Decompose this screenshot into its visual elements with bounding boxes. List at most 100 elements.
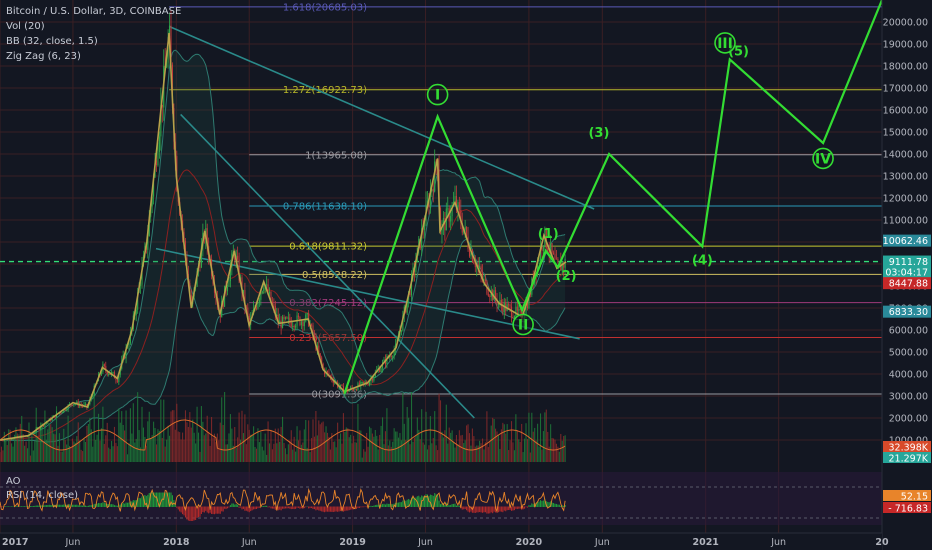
volume-bar xyxy=(457,444,459,462)
volume-bar xyxy=(224,392,226,462)
volume-bar xyxy=(403,423,405,462)
volume-bar xyxy=(447,443,449,462)
volume-bar xyxy=(161,437,163,462)
ao-bar xyxy=(438,500,440,507)
ao-bar xyxy=(231,503,233,507)
volume-bar xyxy=(168,435,171,462)
volume-bar xyxy=(441,431,443,462)
ao-bar xyxy=(290,506,292,510)
ao-bar xyxy=(240,506,242,508)
ao-bar xyxy=(396,502,398,507)
volume-bar xyxy=(470,445,472,462)
ao-bar xyxy=(297,506,300,508)
ao-bar xyxy=(461,506,463,510)
price-tick-label: 12000.00 xyxy=(883,194,928,205)
candle-body xyxy=(103,364,105,367)
volume-bar xyxy=(389,440,391,462)
ao-bar xyxy=(399,502,401,507)
volume-bar xyxy=(61,451,63,462)
ao-bar xyxy=(338,506,340,512)
volume-bar xyxy=(122,425,124,462)
ao-bar xyxy=(270,506,272,509)
ao-bar xyxy=(305,506,307,508)
volume-bar xyxy=(44,410,46,462)
ao-bar xyxy=(38,505,40,507)
volume-bar xyxy=(215,442,217,462)
time-axis[interactable]: 2017 Jun 2018 Jun 2019 Jun 2020 Jun 2021 Jun 20 xyxy=(0,532,889,550)
ao-bar xyxy=(480,506,482,513)
candle-body xyxy=(509,304,511,307)
wave-label: IV xyxy=(815,151,831,167)
ao-bar xyxy=(254,506,256,510)
price-chart[interactable]: 1.618(20685.03) 1.272(16922.73) 1(13965.08… xyxy=(0,0,932,550)
candle-body xyxy=(380,368,382,372)
ao-bar xyxy=(138,497,140,507)
volume-indicator-label[interactable]: Vol (20) xyxy=(6,19,181,34)
volume-bar xyxy=(176,403,178,462)
ao-bar xyxy=(48,504,50,507)
volume-bar xyxy=(332,441,334,462)
volume-bar xyxy=(518,439,520,462)
candle-body xyxy=(363,381,365,384)
time-tick-label: 2020 xyxy=(516,537,543,548)
ao-bar xyxy=(309,506,311,509)
ao-bar xyxy=(268,506,271,508)
volume-bar xyxy=(509,440,511,462)
volume-bar xyxy=(97,413,100,462)
candle-body xyxy=(499,299,501,303)
volume-bar xyxy=(260,431,262,462)
ao-bar xyxy=(32,505,34,507)
volume-bar xyxy=(171,410,173,462)
volume-bar xyxy=(208,431,210,462)
volume-bar xyxy=(467,424,469,462)
volume-bar xyxy=(174,429,176,462)
candle-body xyxy=(283,316,285,320)
volume-bar xyxy=(84,441,87,462)
ao-bar xyxy=(24,506,26,507)
candle-body xyxy=(473,261,475,264)
ao-bar xyxy=(221,506,223,512)
candle-body xyxy=(311,324,313,326)
ao-bar xyxy=(555,503,557,507)
ao-bar xyxy=(499,506,501,512)
ao-bar xyxy=(255,506,258,510)
volume-bar xyxy=(213,433,216,462)
candle-body xyxy=(487,293,489,296)
volume-bar xyxy=(245,444,247,462)
volume-bar xyxy=(258,442,260,462)
zigzag-indicator-label[interactable]: Zig Zag (6, 23) xyxy=(6,49,181,64)
volume-bar xyxy=(67,415,69,462)
volume-bar xyxy=(366,432,368,462)
price-tick-label: 18000.00 xyxy=(883,62,928,73)
symbol-title[interactable]: Bitcoin / U.S. Dollar, 3D, COINBASE xyxy=(6,4,181,19)
ao-bar xyxy=(44,505,46,507)
candle-body xyxy=(273,303,275,306)
volume-bar xyxy=(70,447,72,462)
candle-body xyxy=(228,281,230,287)
volume-bar xyxy=(18,434,20,462)
volume-bar xyxy=(438,393,440,462)
ao-bar xyxy=(458,506,460,507)
volume-bar xyxy=(305,420,307,462)
candle-body xyxy=(255,308,258,310)
ao-bar xyxy=(171,495,173,507)
ao-bar xyxy=(524,506,526,509)
candle-body xyxy=(551,243,553,253)
volume-bar xyxy=(297,440,300,462)
volume-bar xyxy=(487,446,489,462)
ao-indicator-label[interactable]: AO xyxy=(6,475,78,489)
volume-bar xyxy=(93,392,95,462)
ao-bar xyxy=(60,504,62,507)
chart-background xyxy=(0,0,932,550)
ao-bar xyxy=(451,503,453,507)
ao-bar xyxy=(386,503,388,507)
volume-bar xyxy=(505,433,507,462)
ao-bar xyxy=(490,506,492,513)
volume-bar xyxy=(63,428,65,462)
bollinger-indicator-label[interactable]: BB (32, close, 1.5) xyxy=(6,34,181,49)
ao-bar xyxy=(486,506,488,514)
volume-bar xyxy=(412,441,414,462)
rsi-indicator-label[interactable]: RSI (14, close) xyxy=(6,489,78,503)
ao-bar xyxy=(99,503,101,507)
price-axis[interactable]: 1000.002000.003000.004000.005000.006000.… xyxy=(881,0,932,550)
